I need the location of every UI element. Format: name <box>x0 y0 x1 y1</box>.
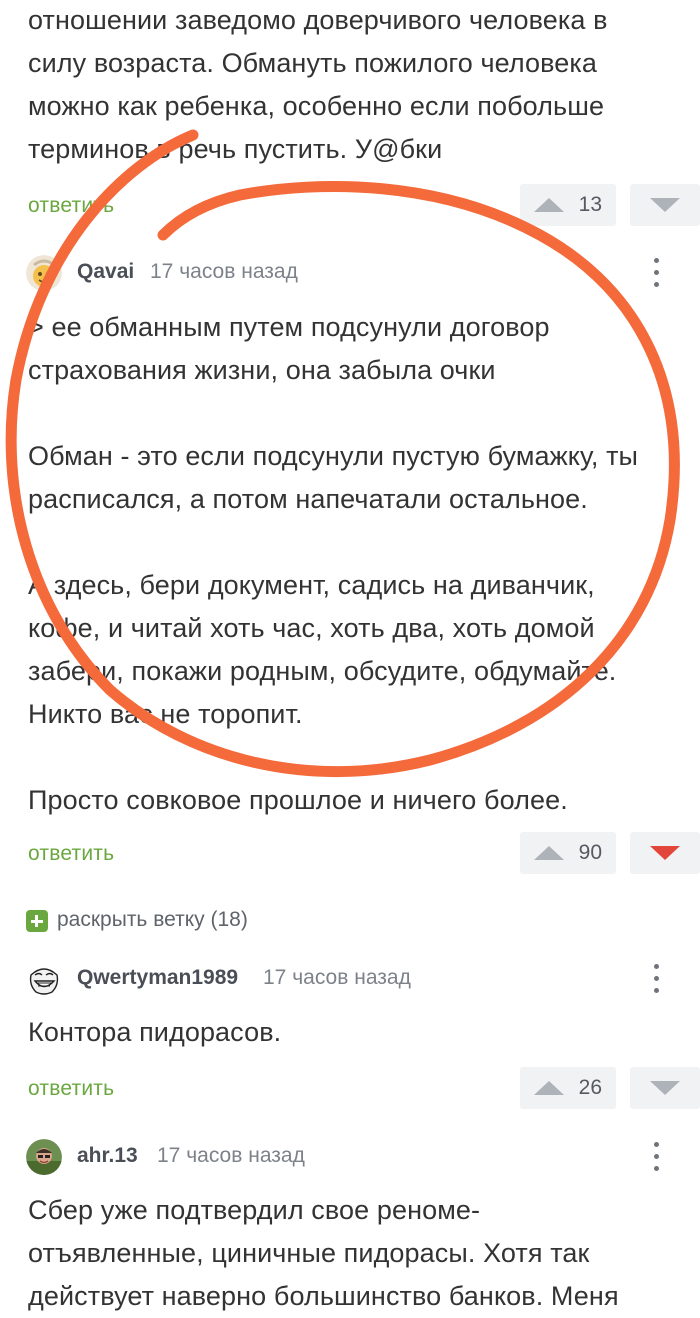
comments-page: отношении заведомо доверчивого человека … <box>0 0 700 1318</box>
upvote-button[interactable]: 26 <box>520 1067 616 1109</box>
timestamp: 17 часов назад <box>150 260 298 283</box>
downvote-button[interactable] <box>630 184 700 226</box>
comment-line: Контора пидорасов. <box>28 1017 282 1047</box>
arrow-down-icon <box>650 198 680 212</box>
comment-line: отъявленные, циничные пидорасы. Хотя так <box>28 1238 590 1268</box>
expand-branch-label: раскрыть ветку (18) <box>57 908 248 931</box>
comment-line: Никто вас не торопит. <box>28 699 303 729</box>
timestamp: 17 часов назад <box>157 1144 305 1167</box>
comment-line: забери, покажи родным, обсудите, обдумай… <box>28 656 617 686</box>
comment-line: силу возраста. Обмануть пожилого человек… <box>28 48 598 78</box>
avatar-icon[interactable] <box>26 961 62 997</box>
downvote-button[interactable] <box>630 1067 700 1109</box>
comment-line: действует наверно большинство банков. Ме… <box>28 1281 619 1311</box>
avatar-icon[interactable] <box>26 1139 62 1175</box>
arrow-down-icon <box>650 846 680 860</box>
comment-header: ahr.13 17 часов назад <box>26 1139 676 1175</box>
comment-body: Сбер уже подтвердил свое реноме- отъявле… <box>28 1189 678 1318</box>
comment-body: > ее обманным путем подсунули договор ст… <box>28 306 678 521</box>
avatar-icon[interactable] <box>26 255 62 291</box>
comment-header: Qwertyman1989 17 часов назад <box>26 961 676 997</box>
upvote-button[interactable]: 13 <box>520 184 616 226</box>
comment-body-top: отношении заведомо доверчивого человека … <box>28 0 678 171</box>
username[interactable]: ahr.13 <box>77 1144 138 1168</box>
reply-button[interactable]: ответить <box>28 1077 114 1101</box>
comment-body: Контора пидорасов. <box>28 1011 678 1054</box>
reply-button[interactable]: ответить <box>28 194 114 218</box>
comment-line: Просто совковое прошлое и ничего более. <box>28 785 568 815</box>
comment-line: А здесь, бери документ, садись на диванч… <box>28 570 595 600</box>
timestamp: 17 часов назад <box>263 966 411 989</box>
comment-line: можно как ребенка, особенно если побольш… <box>28 91 605 121</box>
arrow-up-icon <box>534 846 564 860</box>
comment-header: Qavai 17 часов назад <box>26 255 676 291</box>
comment-body-continued: А здесь, бери документ, садись на диванч… <box>28 564 678 822</box>
more-options-icon[interactable] <box>652 1139 660 1175</box>
upvote-button[interactable]: 90 <box>520 832 616 874</box>
rating-count: 90 <box>578 841 602 864</box>
comment-line: Сбер уже подтвердил свое реноме- <box>28 1195 481 1225</box>
more-options-icon[interactable] <box>652 961 660 997</box>
downvote-button[interactable] <box>630 832 700 874</box>
comment-line: кофе, и читай хоть час, хоть два, хоть д… <box>28 613 595 643</box>
comment-line: страхования жизни, она забыла очки <box>28 355 496 385</box>
more-options-icon[interactable] <box>652 255 660 291</box>
reply-button[interactable]: ответить <box>28 842 114 866</box>
username[interactable]: Qwertyman1989 <box>77 966 238 990</box>
comment-line: отношении заведомо доверчивого человека … <box>28 5 608 35</box>
arrow-up-icon <box>534 198 564 212</box>
rating-count: 26 <box>578 1076 602 1099</box>
comment-line: расписался, а потом напечатали остальное… <box>28 484 588 514</box>
comment-line: > ее обманным путем подсунули договор <box>28 312 550 342</box>
arrow-up-icon <box>534 1081 564 1095</box>
comment-line: терминов в речь пустить. У@бки <box>28 134 443 164</box>
arrow-down-icon <box>650 1081 680 1095</box>
rating-count: 13 <box>578 193 602 216</box>
username[interactable]: Qavai <box>77 260 134 284</box>
plus-icon <box>26 910 48 932</box>
comment-line: Обман - это если подсунули пустую бумажк… <box>28 441 639 471</box>
